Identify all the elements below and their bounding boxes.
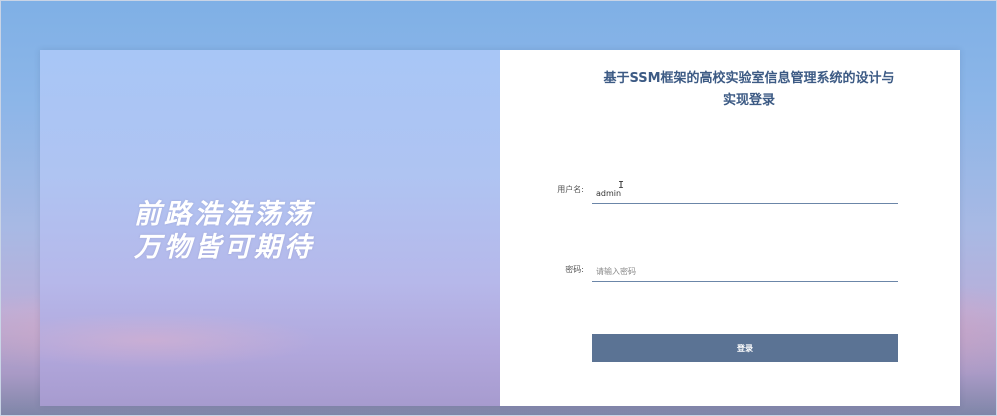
slogan-line-1: 前路浩浩荡荡	[134, 199, 314, 230]
password-label: 密码:	[565, 265, 584, 274]
username-label: 用户名:	[557, 185, 584, 194]
slogan-line-2: 万物皆可期待	[134, 232, 314, 263]
login-form-panel: 基于SSM框架的高校实验室信息管理系统的设计与 实现登录 用户名: I 密码: …	[500, 50, 960, 406]
page-title: 基于SSM框架的高校实验室信息管理系统的设计与 实现登录	[584, 68, 914, 112]
slogan: 前路浩浩荡荡 万物皆可期待	[134, 198, 314, 264]
password-field[interactable]	[592, 262, 898, 282]
login-card: 前路浩浩荡荡 万物皆可期待 基于SSM框架的高校实验室信息管理系统的设计与 实现…	[40, 50, 960, 406]
title-line-2: 实现登录	[722, 93, 775, 108]
login-button[interactable]: 登录	[592, 334, 898, 362]
title-line-1: 基于SSM框架的高校实验室信息管理系统的设计与	[603, 71, 895, 86]
username-field[interactable]	[592, 184, 898, 204]
banner-panel: 前路浩浩荡荡 万物皆可期待	[40, 50, 500, 406]
text-cursor-icon: I	[618, 180, 625, 191]
